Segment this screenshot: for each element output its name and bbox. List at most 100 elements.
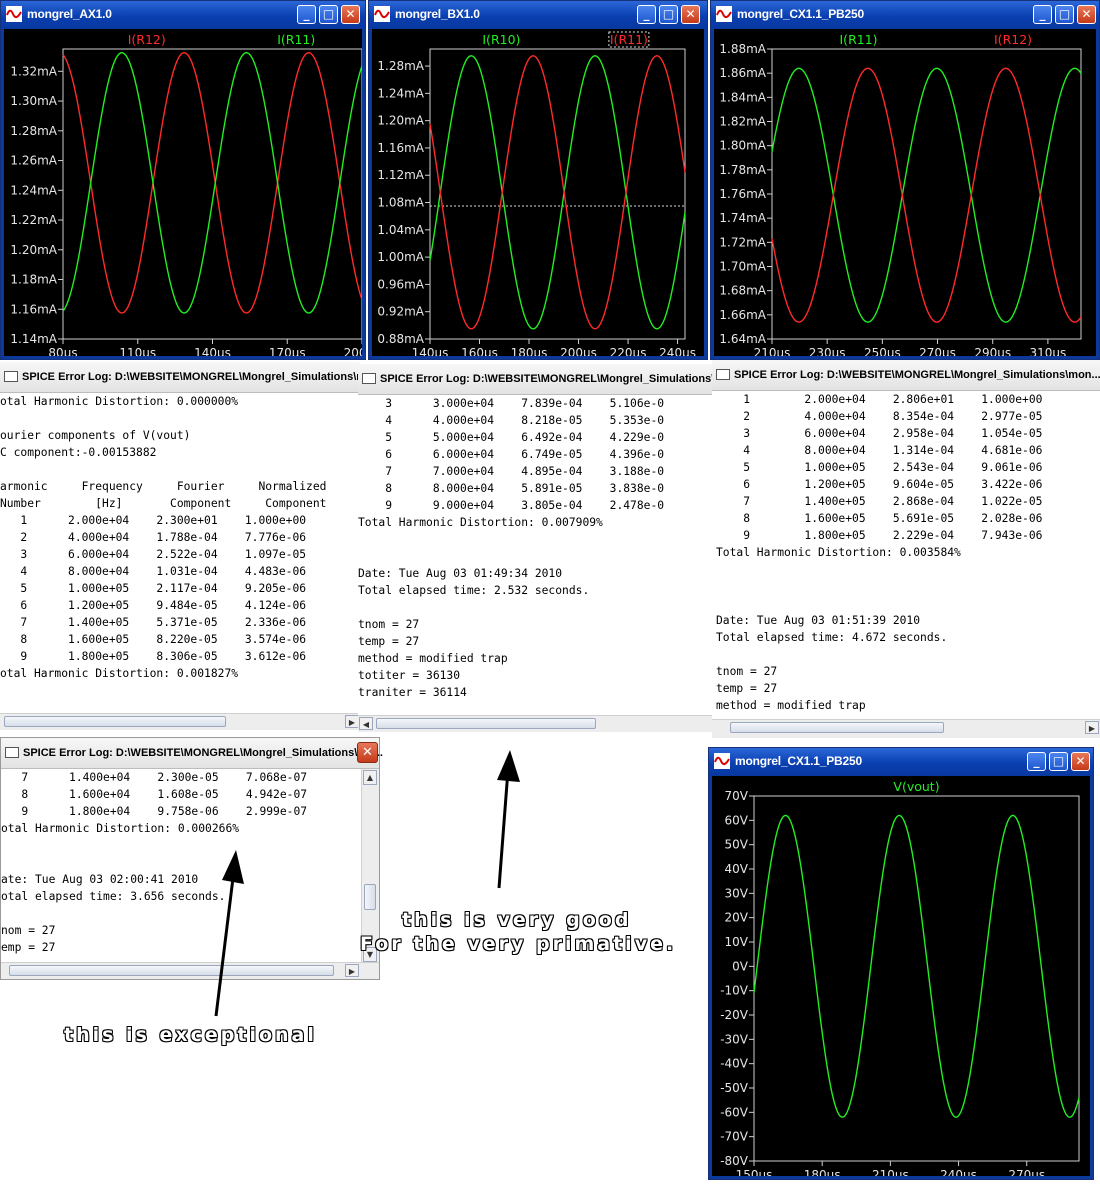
scroll-up-arrow[interactable]: ▲ <box>363 770 377 785</box>
legend-label[interactable]: I(R10) <box>482 32 520 47</box>
log-text-area[interactable]: 7 1.400e+04 2.300e-05 7.068e-07 8 1.600e… <box>1 769 361 963</box>
annotation-very-primative: For the very primative. <box>360 933 677 955</box>
log-title-bar[interactable]: SPICE Error Log: D:\WEBSITE\MONGREL\Mong… <box>0 362 389 393</box>
waveform-plot[interactable]: 70V 60V 50V 40V 30V 20V 10V 0V -10V -20V -30V -40V -… <box>712 776 1090 1176</box>
scroll-thumb[interactable] <box>9 965 334 976</box>
y-tick-label: 1.20mA <box>10 243 57 257</box>
log-text-area[interactable]: 3 3.000e+04 7.839e-04 5.106e-0 4 4.000e+… <box>358 395 716 716</box>
y-tick-label: 60V <box>725 813 749 827</box>
scroll-thumb[interactable] <box>4 716 226 727</box>
series-line-ir11 <box>771 67 1082 323</box>
log-file-icon <box>716 369 730 380</box>
plot-window-bx[interactable]: mongrel_BX1.0 _ □ ✕ 1.28mA 1.24mA 1.20mA 1.… <box>368 0 708 360</box>
horizontal-scrollbar[interactable]: ▶ <box>0 713 360 730</box>
waveform-plot[interactable]: 1.32mA 1.30mA 1.28mA 1.26mA 1.24mA 1.22mA 1.20… <box>4 29 362 356</box>
x-tick-label: 140µs <box>412 346 449 356</box>
x-tick-label: 240µs <box>659 346 696 356</box>
log-title-bar[interactable]: SPICE Error Log: D:\WEBSITE\MONGREL\Mong… <box>712 360 1100 391</box>
close-button[interactable]: ✕ <box>1071 752 1090 771</box>
horizontal-scrollbar[interactable]: ▶ <box>712 719 1100 738</box>
legend-label[interactable]: I(R11) <box>840 32 878 47</box>
log-text-area[interactable]: 1 2.000e+04 2.806e+01 1.000e+00 2 4.000e… <box>712 391 1100 720</box>
error-log-window-2[interactable]: SPICE Error Log: D:\WEBSITE\MONGREL\Mong… <box>358 364 738 732</box>
y-tick-label: 1.80mA <box>719 139 766 153</box>
window-title: mongrel_BX1.0 <box>395 7 480 21</box>
x-tick-label: 140µs <box>194 346 231 356</box>
y-tick-label: 50V <box>725 838 749 852</box>
title-bar[interactable]: mongrel_AX1.0 _ □ ✕ <box>1 1 365 29</box>
scroll-right-arrow[interactable]: ▶ <box>345 715 359 728</box>
maximize-button[interactable]: □ <box>1055 5 1074 24</box>
scroll-thumb[interactable] <box>730 722 944 733</box>
arrow-to-bx-log <box>497 750 520 889</box>
error-log-window-1[interactable]: SPICE Error Log: D:\WEBSITE\MONGREL\Mong… <box>0 362 389 730</box>
plot-window-vout[interactable]: mongrel_CX1.1_PB250 _ □ ✕ 70V 60V 50V 40V 30… <box>708 747 1094 1180</box>
scroll-thumb[interactable] <box>376 718 596 729</box>
y-tick-label: -40V <box>720 1057 749 1071</box>
y-tick-label: 1.28mA <box>10 124 57 138</box>
maximize-button[interactable]: □ <box>319 5 338 24</box>
close-button[interactable]: ✕ <box>681 5 700 24</box>
waveform-plot[interactable]: 1.88mA 1.86mA 1.84mA 1.82mA 1.80mA 1.78mA 1.76… <box>714 29 1096 356</box>
title-bar[interactable]: mongrel_CX1.1_PB250 _ □ ✕ <box>711 1 1099 29</box>
legend-label[interactable]: V(vout) <box>893 779 939 794</box>
title-bar[interactable]: mongrel_CX1.1_PB250 _ □ ✕ <box>709 748 1093 776</box>
error-log-window-3[interactable]: SPICE Error Log: D:\WEBSITE\MONGREL\Mong… <box>712 360 1100 738</box>
y-tick-label: 1.26mA <box>10 154 57 168</box>
annotation-exceptional: this is exceptional <box>64 1024 317 1046</box>
window-title: SPICE Error Log: D:\WEBSITE\MONGREL\Mong… <box>22 371 389 383</box>
y-tick-label: -10V <box>720 984 749 998</box>
plot-frame <box>62 48 362 340</box>
y-tick-label: 1.64mA <box>719 332 766 346</box>
title-bar[interactable]: mongrel_BX1.0 _ □ ✕ <box>369 1 707 29</box>
scroll-right-arrow[interactable]: ▶ <box>1085 721 1099 734</box>
y-tick-label: 1.20mA <box>377 114 424 128</box>
x-tick-label: 200µs <box>560 346 597 356</box>
annotation-very-good: this is very good <box>402 909 632 931</box>
log-title-bar[interactable]: SPICE Error Log: D:\WEBSITE\MONGREL\Mong… <box>358 364 738 395</box>
y-tick-label: 1.00mA <box>377 250 424 264</box>
x-tick-label: 210µs <box>754 346 791 356</box>
y-tick-label: 1.12mA <box>377 168 424 182</box>
horizontal-scrollbar[interactable]: ◀ <box>358 715 716 732</box>
minimize-button[interactable]: _ <box>1027 752 1046 771</box>
legend-label[interactable]: I(R11) <box>610 32 648 47</box>
close-button[interactable]: ✕ <box>357 742 378 763</box>
series-line-ir12 <box>771 67 1082 323</box>
y-tick-label: 70V <box>725 789 749 803</box>
y-tick-label: 1.24mA <box>377 86 424 100</box>
minimize-button[interactable]: _ <box>637 5 656 24</box>
minimize-button[interactable]: _ <box>297 5 316 24</box>
plot-window-cx[interactable]: mongrel_CX1.1_PB250 _ □ ✕ 1.88mA 1.86mA 1.… <box>710 0 1100 360</box>
x-tick-label: 200µs <box>344 346 362 356</box>
maximize-button[interactable]: □ <box>1049 752 1068 771</box>
close-button[interactable]: ✕ <box>1077 5 1096 24</box>
y-tick-label: 0.92mA <box>377 305 424 319</box>
legend-label[interactable]: I(R12) <box>994 32 1032 47</box>
horizontal-scrollbar[interactable]: ▶ <box>1 962 379 979</box>
plot-window-ax[interactable]: mongrel_AX1.0 _ □ ✕ 1.32mA 1.30mA 1.28mA 1.… <box>0 0 366 360</box>
close-button[interactable]: ✕ <box>341 5 360 24</box>
legend-label[interactable]: I(R11) <box>277 32 315 47</box>
y-tick-label: 30V <box>725 886 749 900</box>
x-tick-label: 250µs <box>864 346 901 356</box>
legend-label[interactable]: I(R12) <box>128 32 166 47</box>
scroll-left-arrow[interactable]: ◀ <box>359 717 373 730</box>
x-tick-label: 230µs <box>809 346 846 356</box>
waveform-plot[interactable]: 1.28mA 1.24mA 1.20mA 1.16mA 1.12mA 1.08mA 1.04… <box>372 29 704 356</box>
scroll-right-arrow[interactable]: ▶ <box>345 964 359 977</box>
log-title-bar[interactable]: SPICE Error Log: D:\WEBSITE\MONGREL\Mong… <box>1 738 383 769</box>
minimize-button[interactable]: _ <box>1033 5 1052 24</box>
waveform-app-icon <box>6 6 22 22</box>
log-text: otal Harmonic Distortion: 0.000000% ouri… <box>0 395 327 680</box>
y-tick-label: 1.04mA <box>377 223 424 237</box>
y-tick-label: 0.96mA <box>377 277 424 291</box>
log-text-area[interactable]: otal Harmonic Distortion: 0.000000% ouri… <box>0 393 360 714</box>
log-text: 1 2.000e+04 2.806e+01 1.000e+00 2 4.000e… <box>716 393 1043 712</box>
log-text: 7 1.400e+04 2.300e-05 7.068e-07 8 1.600e… <box>1 771 308 954</box>
maximize-button[interactable]: □ <box>659 5 678 24</box>
y-tick-label: 1.14mA <box>10 332 57 346</box>
error-log-window-4[interactable]: SPICE Error Log: D:\WEBSITE\MONGREL\Mong… <box>0 737 383 980</box>
y-tick-label: -30V <box>720 1032 749 1046</box>
scroll-thumb[interactable] <box>364 884 376 910</box>
